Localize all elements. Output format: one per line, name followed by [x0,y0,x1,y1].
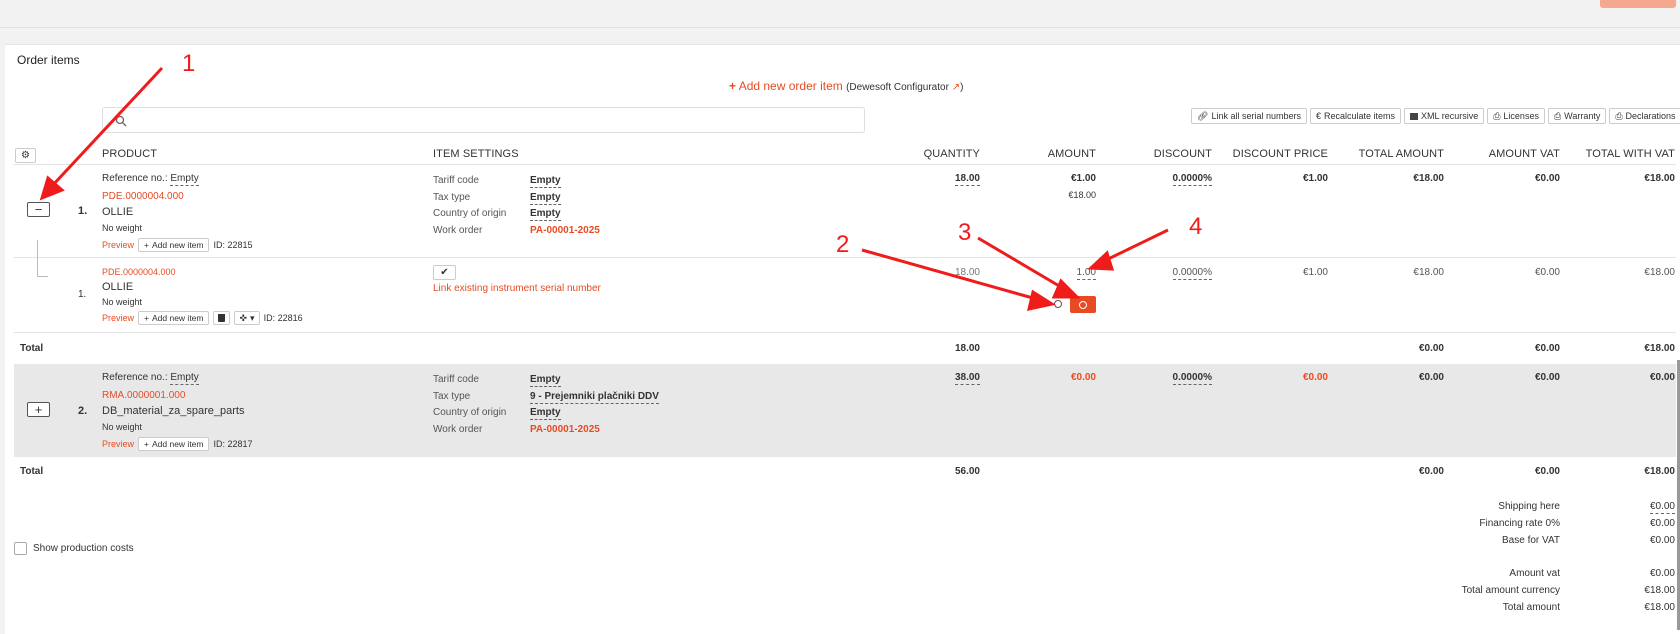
arrow-1 [39,66,164,201]
annotation-label-4: 4 [1189,213,1203,240]
annotation-label-3: 3 [958,219,972,246]
arrow-2 [861,248,1056,311]
annotation-overlay [39,66,1169,311]
arrow-4 [1087,228,1169,271]
annotation-label-2: 2 [836,231,850,258]
annotation-label-1: 1 [182,50,196,77]
